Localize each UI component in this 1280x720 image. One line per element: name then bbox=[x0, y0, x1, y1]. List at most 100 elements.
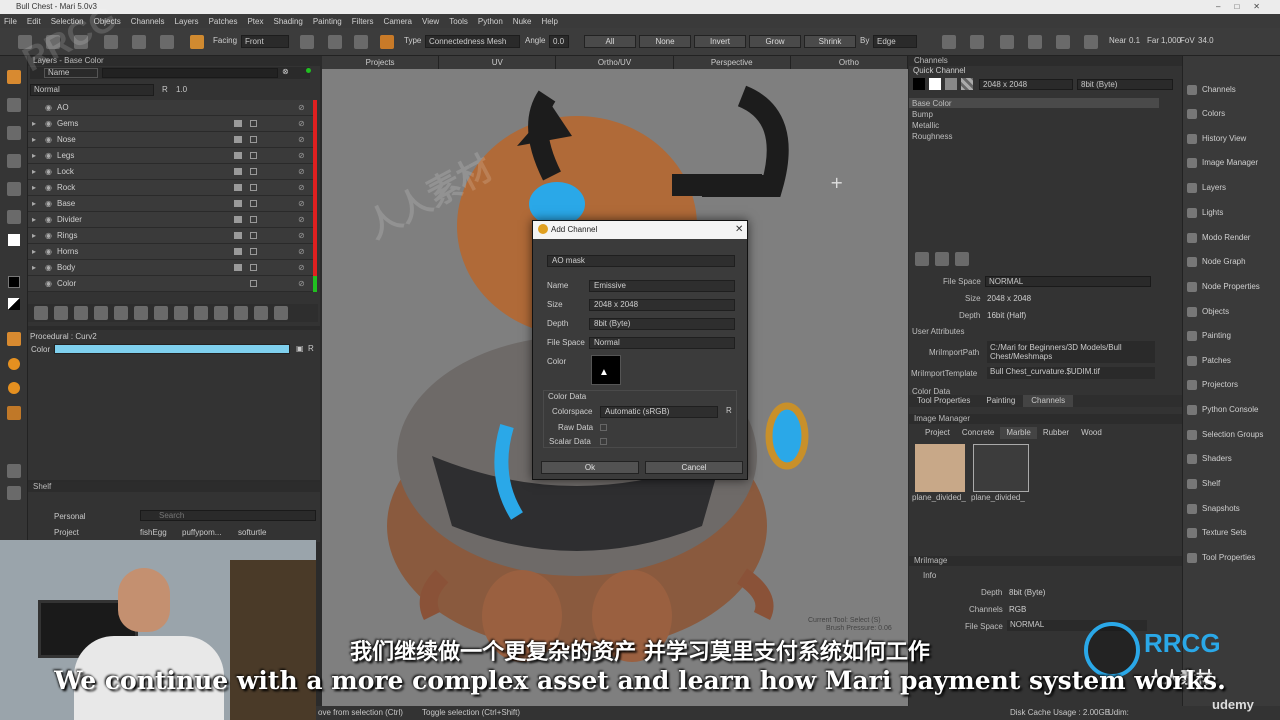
shrink-button[interactable]: Shrink bbox=[804, 35, 856, 48]
visibility-icon[interactable]: ◉ bbox=[45, 100, 52, 116]
size-dropdown[interactable]: 2048 x 2048 bbox=[589, 299, 735, 311]
color-data-label[interactable]: Color Data bbox=[548, 391, 586, 403]
visibility-icon[interactable]: ◉ bbox=[45, 244, 52, 260]
eraser-icon[interactable] bbox=[160, 35, 174, 49]
reset-r-button[interactable]: R bbox=[308, 344, 314, 353]
share-layer-icon[interactable] bbox=[194, 306, 208, 320]
menu-edit[interactable]: Edit bbox=[27, 17, 41, 26]
mesh-select-icon[interactable] bbox=[380, 35, 394, 49]
layer-tool-icon[interactable] bbox=[7, 332, 21, 346]
type-dropdown[interactable]: Connectedness Mesh bbox=[425, 35, 520, 48]
cancel-button[interactable]: Cancel bbox=[645, 461, 743, 474]
group-layer-icon[interactable] bbox=[94, 306, 108, 320]
layer-row-base[interactable]: ▸ ◉ Base ⊘ bbox=[28, 196, 314, 212]
shelf-item[interactable]: softurtle bbox=[238, 528, 266, 537]
expand-icon[interactable]: ▸ bbox=[32, 244, 36, 260]
visibility-icon[interactable]: ◉ bbox=[45, 116, 52, 132]
visibility-icon[interactable]: ◉ bbox=[45, 276, 52, 292]
lock-icon[interactable]: ⊘ bbox=[298, 276, 305, 292]
filespace-dropdown[interactable]: Normal bbox=[589, 337, 735, 349]
tab-marble[interactable]: Marble bbox=[1000, 427, 1037, 439]
expand-icon[interactable]: ▸ bbox=[32, 260, 36, 276]
expand-icon[interactable]: ▸ bbox=[32, 196, 36, 212]
menu-tools[interactable]: Tools bbox=[449, 17, 468, 26]
lock-icon[interactable]: ⊘ bbox=[298, 116, 305, 132]
marble-thumbnail-2[interactable] bbox=[973, 444, 1029, 492]
visibility-icon[interactable]: ◉ bbox=[45, 132, 52, 148]
tab-tool-properties[interactable]: Tool Properties bbox=[909, 395, 978, 407]
menu-channels[interactable]: Channels bbox=[131, 17, 165, 26]
lock-icon[interactable]: ⊘ bbox=[298, 148, 305, 164]
grid-icon[interactable] bbox=[970, 35, 984, 49]
visibility-icon[interactable]: ◉ bbox=[45, 164, 52, 180]
marble-thumbnail-1[interactable] bbox=[915, 444, 965, 492]
layer-row-body[interactable]: ▸ ◉ Body ⊘ bbox=[28, 260, 314, 276]
duplicate-layer-icon[interactable] bbox=[134, 306, 148, 320]
quick-depth-dropdown[interactable]: 8bit (Byte) bbox=[1077, 79, 1173, 90]
circle-tool-icon[interactable] bbox=[7, 98, 21, 112]
expand-icon[interactable]: ▸ bbox=[32, 164, 36, 180]
color-picker-icon[interactable]: ▣ bbox=[296, 344, 304, 353]
lock-icon[interactable]: ⊘ bbox=[298, 164, 305, 180]
clear-filter-icon[interactable]: ⊗ bbox=[282, 67, 289, 76]
menu-filters[interactable]: Filters bbox=[352, 17, 374, 26]
marquee-icon[interactable] bbox=[300, 35, 314, 49]
layer-row-nose[interactable]: ▸ ◉ Nose ⊘ bbox=[28, 132, 314, 148]
projector-tool-icon[interactable] bbox=[7, 406, 21, 420]
import-template-field[interactable]: Bull Chest_curvature.$UDIM.tif bbox=[987, 367, 1155, 379]
layer-row-lock[interactable]: ▸ ◉ Lock ⊘ bbox=[28, 164, 314, 180]
lock-icon[interactable]: ⊘ bbox=[298, 132, 305, 148]
procedural-layer-icon[interactable] bbox=[74, 306, 88, 320]
lock-icon[interactable]: ⊘ bbox=[298, 196, 305, 212]
background-color-icon[interactable] bbox=[8, 276, 20, 288]
window-controls[interactable]: –□✕ bbox=[1216, 0, 1274, 14]
pen-tool-icon[interactable] bbox=[7, 154, 21, 168]
mask-layer-icon[interactable] bbox=[114, 306, 128, 320]
layer-row-horns[interactable]: ▸ ◉ Horns ⊘ bbox=[28, 244, 314, 260]
user-attributes-header[interactable]: User Attributes bbox=[912, 326, 964, 337]
ok-button[interactable]: Ok bbox=[541, 461, 639, 474]
fov-value[interactable]: 34.0 bbox=[1198, 34, 1214, 48]
file-space-dropdown[interactable]: NORMAL bbox=[985, 276, 1151, 287]
layer-row-divider[interactable]: ▸ ◉ Divider ⊘ bbox=[28, 212, 314, 228]
select-all-button[interactable]: All bbox=[584, 35, 636, 48]
visibility-icon[interactable]: ◉ bbox=[45, 228, 52, 244]
shelf-project[interactable]: Project bbox=[54, 528, 79, 537]
paint-icon[interactable] bbox=[132, 35, 146, 49]
visibility-icon[interactable]: ◉ bbox=[45, 212, 52, 228]
brush-tool-icon[interactable] bbox=[7, 126, 21, 140]
lock-icon[interactable]: ⊘ bbox=[298, 212, 305, 228]
sphere-tool-icon[interactable] bbox=[8, 358, 20, 370]
cache-layer-icon[interactable] bbox=[174, 306, 188, 320]
invert-button[interactable]: Invert bbox=[694, 35, 746, 48]
tab-wood[interactable]: Wood bbox=[1075, 427, 1108, 439]
visibility-icon[interactable]: ◉ bbox=[45, 260, 52, 276]
lasso-select-icon[interactable] bbox=[328, 35, 342, 49]
shelf-item[interactable]: fishEgg bbox=[140, 528, 167, 537]
layer-row-color[interactable]: ◉ Color ⊘ bbox=[28, 276, 314, 292]
tab-uv[interactable]: UV bbox=[439, 56, 557, 69]
tab-channels[interactable]: Channels bbox=[1023, 395, 1074, 407]
layer-row-legs[interactable]: ▸ ◉ Legs ⊘ bbox=[28, 148, 314, 164]
facing-dropdown[interactable]: Front bbox=[241, 35, 289, 48]
depth-dropdown[interactable]: 8bit (Byte) bbox=[589, 318, 735, 330]
quick-channel-label[interactable]: Quick Channel bbox=[913, 66, 965, 75]
tab-painting[interactable]: Painting bbox=[978, 395, 1023, 407]
tab-projects[interactable]: Projects bbox=[322, 56, 440, 69]
white-swatch[interactable] bbox=[929, 78, 941, 90]
layer-row-rock[interactable]: ▸ ◉ Rock ⊘ bbox=[28, 180, 314, 196]
opacity-value[interactable]: 1.0 bbox=[176, 85, 187, 94]
select-none-button[interactable]: None bbox=[639, 35, 691, 48]
layer-row-gems[interactable]: ▸ ◉ Gems ⊘ bbox=[28, 116, 314, 132]
visibility-icon[interactable]: ◉ bbox=[45, 148, 52, 164]
clone-tool-icon[interactable] bbox=[7, 210, 21, 224]
snapshot-tool-icon[interactable] bbox=[7, 464, 21, 478]
checker-swatch[interactable] bbox=[961, 78, 973, 90]
tab-rubber[interactable]: Rubber bbox=[1037, 427, 1075, 439]
lock-icon[interactable]: ⊘ bbox=[298, 260, 305, 276]
menu-camera[interactable]: Camera bbox=[384, 17, 412, 26]
link-layer-icon[interactable] bbox=[214, 306, 228, 320]
menu-python[interactable]: Python bbox=[478, 17, 503, 26]
wireframe-icon[interactable] bbox=[1084, 35, 1098, 49]
angle-input[interactable]: 0.0 bbox=[549, 35, 569, 48]
